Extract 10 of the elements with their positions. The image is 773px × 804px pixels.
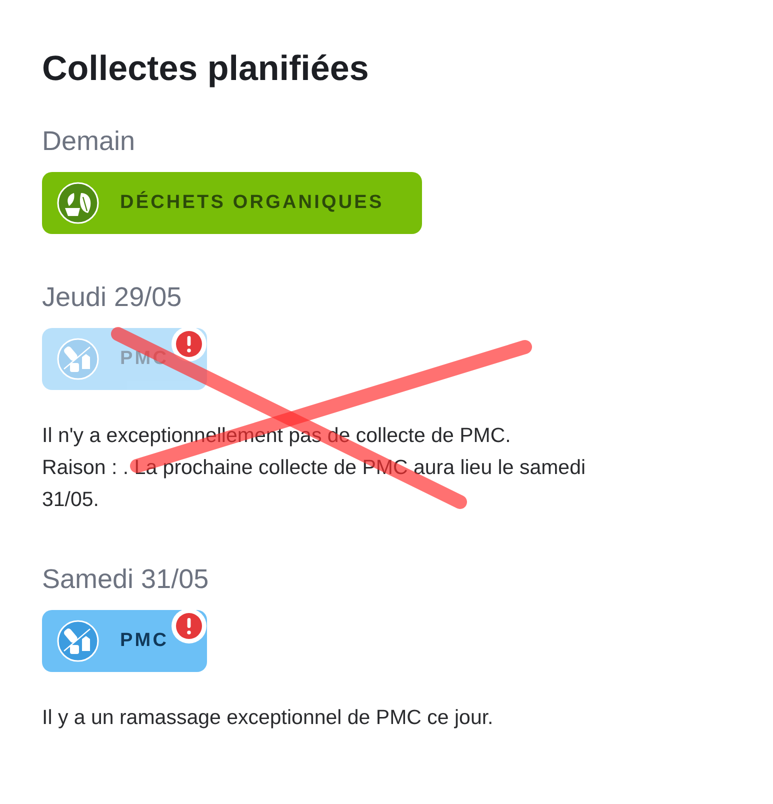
leaves-icon	[57, 182, 99, 224]
notice-text: Il y a un ramassage exceptionnel de PMC ce jour.	[42, 705, 494, 731]
waste-type-label: DÉCHETS ORGANIQUES	[120, 192, 384, 214]
packaging-icon	[57, 338, 99, 380]
section-title: Collectes planifiées	[42, 48, 370, 90]
waste-type-label: PMC	[120, 630, 169, 652]
date-heading: Demain	[42, 125, 136, 158]
date-heading: Samedi 31/05	[42, 563, 209, 596]
packaging-icon	[57, 620, 99, 662]
date-heading: Jeudi 29/05	[42, 281, 182, 314]
